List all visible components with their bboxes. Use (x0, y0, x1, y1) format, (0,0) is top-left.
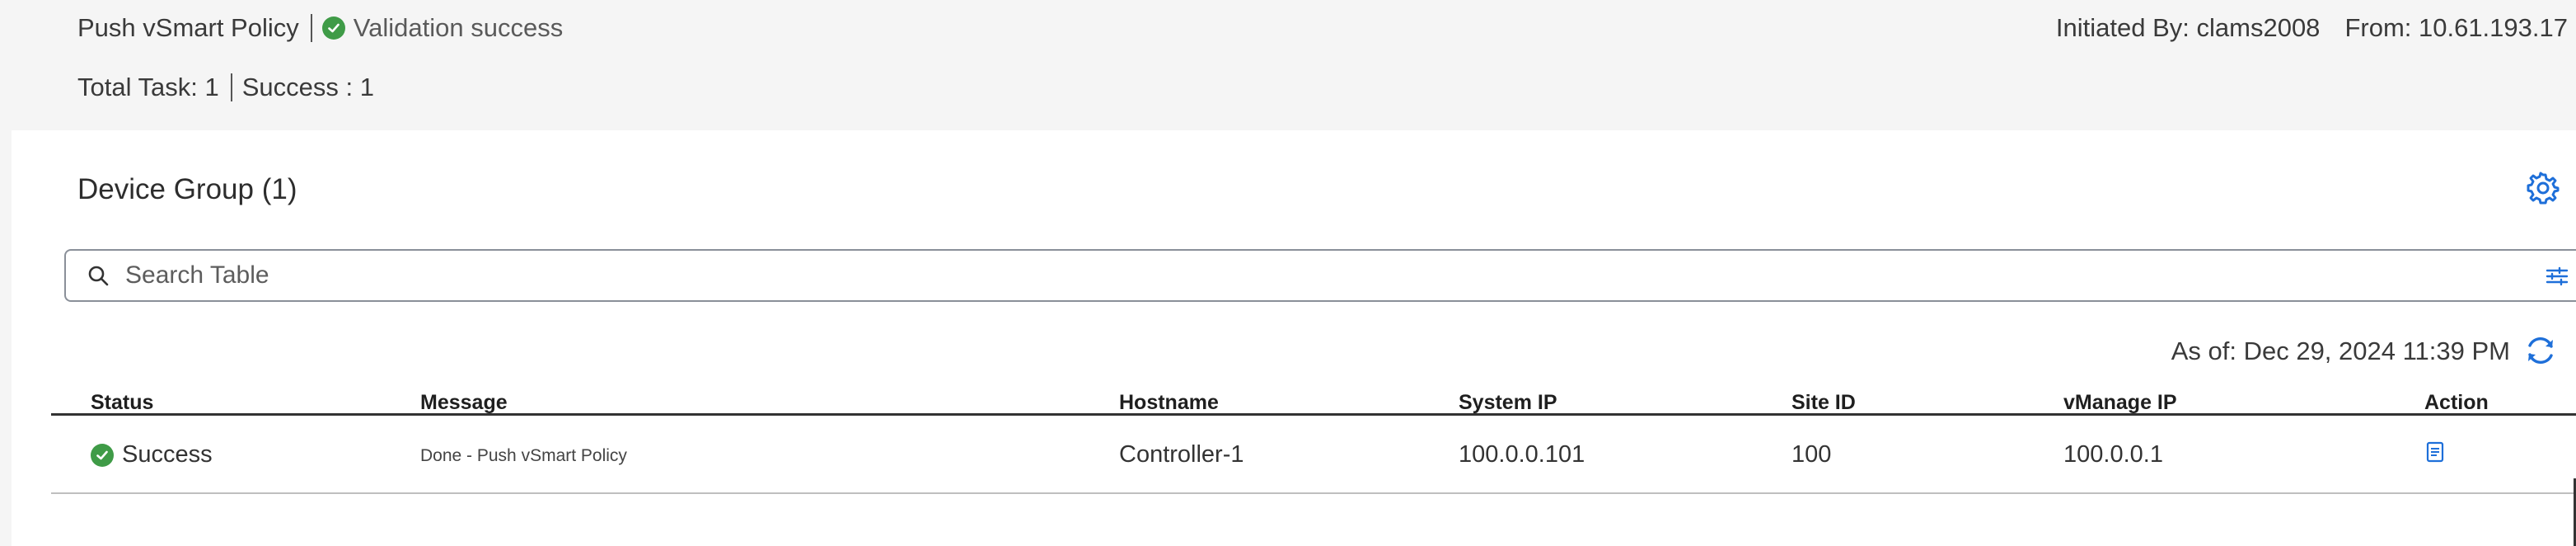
column-header-system-ip[interactable]: System IP (1459, 391, 1557, 415)
validation-status: Validation success (353, 13, 564, 42)
vmanage-ip-cell: 100.0.0.1 (2063, 441, 2163, 468)
task-totals: Total Task: 1 Success : 1 (77, 73, 374, 102)
search-placeholder: Search Table (125, 261, 269, 289)
column-header-message[interactable]: Message (420, 391, 508, 415)
success-count: Success : 1 (241, 73, 374, 101)
search-icon (88, 266, 109, 286)
column-header-status[interactable]: Status (91, 391, 153, 415)
task-title-line: Push vSmart Policy Validation success (77, 13, 563, 43)
table-header: Status Message Hostname System IP Site I… (51, 383, 2576, 416)
check-circle-icon (321, 16, 345, 40)
device-group-title: Device Group (1) (77, 173, 297, 205)
total-task: Total Task: 1 (77, 73, 219, 101)
message-cell: Done - Push vSmart Policy (420, 446, 627, 465)
gear-icon[interactable] (2527, 172, 2560, 205)
column-header-site-id[interactable]: Site ID (1791, 391, 1856, 415)
column-header-hostname[interactable]: Hostname (1119, 391, 1219, 415)
site-id-cell: 100 (1791, 441, 1832, 468)
refresh-icon[interactable] (2523, 333, 2558, 368)
system-ip-cell: 100.0.0.101 (1459, 441, 1585, 468)
column-header-action: Action (2424, 391, 2489, 414)
search-table-input[interactable]: Search Table (64, 249, 2576, 302)
divider (230, 73, 232, 101)
device-group-panel: Device Group (1) Search Table As of: Dec… (12, 130, 2576, 546)
from-ip: From: 10.61.193.17 (2344, 13, 2568, 42)
hostname-cell: Controller-1 (1119, 441, 1244, 468)
document-icon[interactable] (2424, 441, 2446, 463)
table-row[interactable]: Success Done - Push vSmart Policy Contro… (51, 418, 2576, 494)
status-cell: Success (91, 441, 213, 468)
task-header: Push vSmart Policy Validation success In… (0, 0, 2576, 130)
initiated-by: Initiated By: clams2008 (2055, 13, 2321, 42)
status-text: Success (122, 441, 213, 468)
column-header-vmanage-ip[interactable]: vManage IP (2063, 391, 2177, 415)
as-of-timestamp: As of: Dec 29, 2024 11:39 PM (2171, 337, 2510, 365)
task-title: Push vSmart Policy (77, 13, 299, 42)
divider (310, 14, 312, 42)
filter-icon[interactable] (2545, 264, 2569, 289)
check-circle-icon (91, 443, 114, 467)
task-meta: Initiated By: clams2008 From: 10.61.193.… (2056, 13, 2568, 43)
